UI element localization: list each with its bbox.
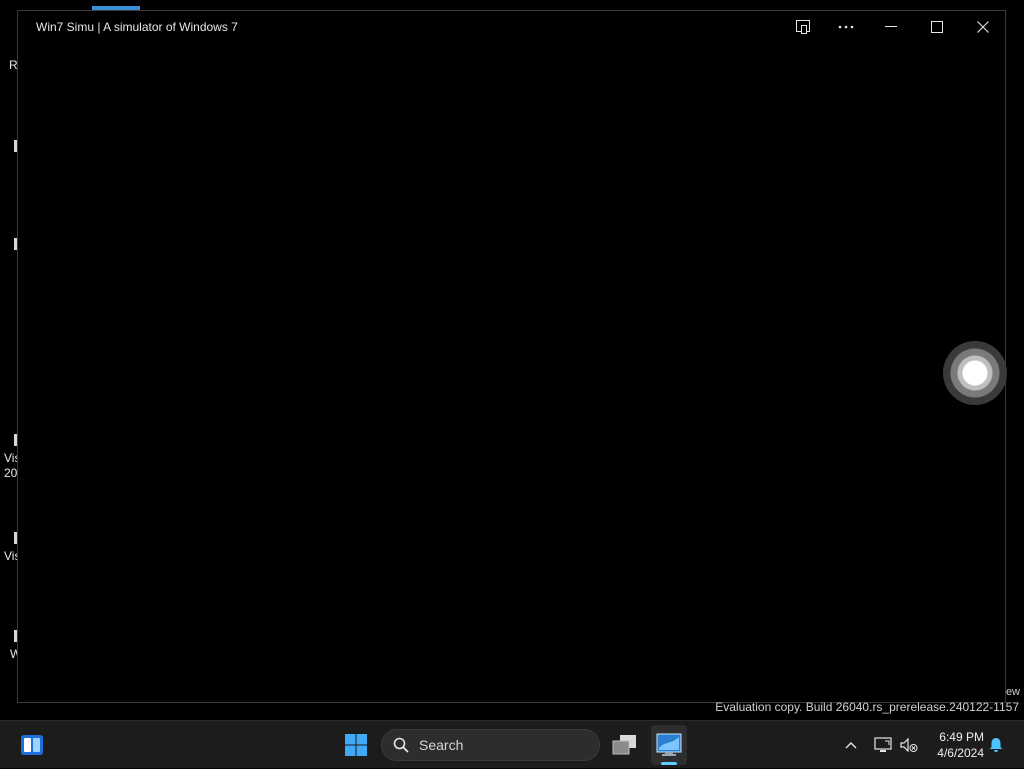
taskbar-search-box[interactable]: Search (381, 729, 600, 761)
search-icon (393, 737, 409, 753)
network-button[interactable] (872, 721, 894, 769)
taskbar-clock[interactable]: 6:49 PM 4/6/2024 (928, 729, 984, 761)
desktop: Re Vis 20 Vis W Win7 Simu | A simulator … (0, 0, 1024, 720)
clock-time: 6:49 PM (939, 730, 984, 744)
volume-muted-icon (900, 737, 918, 753)
more-options-button[interactable] (823, 11, 869, 43)
task-view-button[interactable] (607, 721, 643, 769)
taskbar: Search 6:49 PM 4/6/2024 (0, 720, 1024, 768)
evaluation-watermark: Evaluation copy. Build 26040.rs_prerelea… (715, 700, 1019, 714)
compact-overlay-icon (796, 20, 810, 34)
compact-overlay-button[interactable] (780, 11, 826, 43)
taskbar-app-win7-simu[interactable] (651, 725, 687, 765)
watermark-edge-text: ew (1005, 686, 1020, 698)
show-hidden-icons-button[interactable] (840, 721, 862, 769)
task-view-icon (612, 735, 636, 755)
widgets-icon (21, 735, 43, 755)
chevron-up-icon (845, 742, 857, 749)
volume-button[interactable] (898, 721, 920, 769)
window-title: Win7 Simu | A simulator of Windows 7 (36, 20, 238, 34)
loading-spinner-icon (943, 341, 1007, 405)
active-app-indicator (661, 762, 677, 765)
close-icon (977, 21, 989, 33)
app-window: Win7 Simu | A simulator of Windows 7 (17, 10, 1007, 703)
more-icon (838, 25, 854, 29)
network-icon (874, 737, 892, 752)
notification-bell-icon (989, 738, 1003, 752)
desktop-icon-label: 20 (4, 466, 18, 480)
search-placeholder: Search (419, 737, 464, 753)
close-button[interactable] (960, 11, 1006, 43)
clock-date: 4/6/2024 (937, 746, 984, 760)
title-bar[interactable]: Win7 Simu | A simulator of Windows 7 (18, 11, 1005, 43)
maximize-icon (931, 21, 943, 33)
win7-simu-app-icon (656, 733, 682, 756)
start-button[interactable] (338, 721, 374, 769)
minimize-icon (885, 26, 897, 27)
minimize-button[interactable] (868, 11, 914, 43)
maximize-button[interactable] (914, 11, 960, 43)
widgets-button[interactable] (14, 721, 50, 769)
windows-start-icon (345, 734, 367, 756)
notification-button[interactable] (986, 721, 1006, 769)
